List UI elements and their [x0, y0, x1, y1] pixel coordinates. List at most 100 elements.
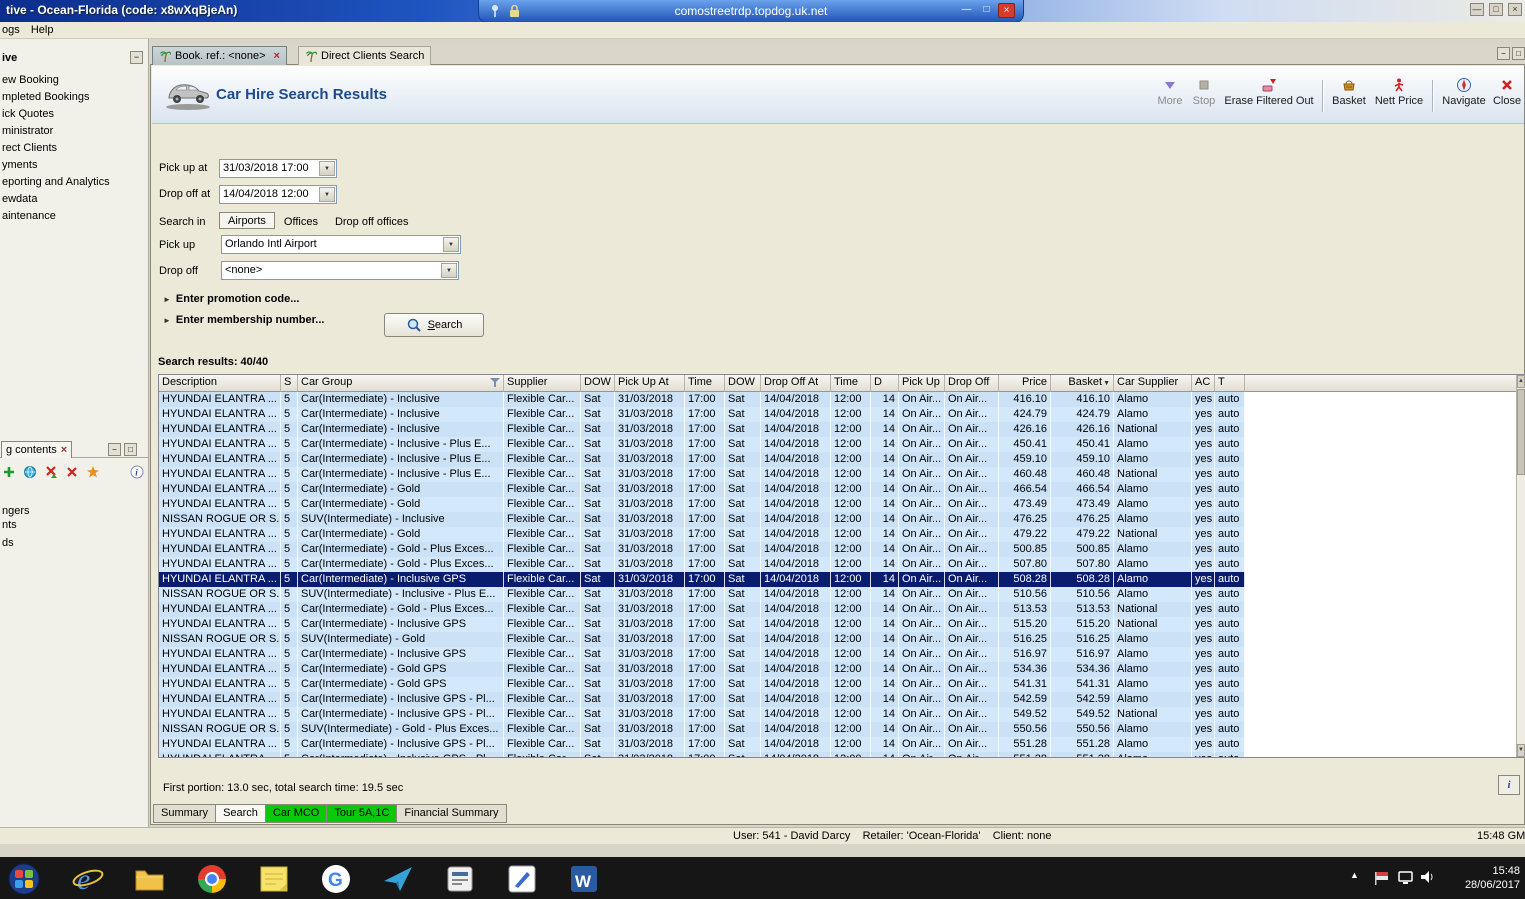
result-row[interactable]: HYUNDAI ELANTRA ...5Car(Intermediate) - …	[159, 497, 1245, 512]
mdi-minimize-icon[interactable]: −	[1497, 47, 1510, 60]
stop-button[interactable]: Stop	[1188, 77, 1220, 107]
tab-contents[interactable]: g contents×	[1, 441, 72, 458]
sidebar-item[interactable]: eporting and Analytics	[0, 174, 148, 191]
start-button[interactable]	[2, 861, 46, 897]
result-row[interactable]: HYUNDAI ELANTRA ...5Car(Intermediate) - …	[159, 482, 1245, 497]
menu-item-help[interactable]: Help	[29, 22, 60, 36]
result-row[interactable]: HYUNDAI ELANTRA ...5Car(Intermediate) - …	[159, 422, 1245, 437]
result-row[interactable]: NISSAN ROGUE OR S...5SUV(Intermediate) -…	[159, 587, 1245, 602]
column-header[interactable]: AC	[1192, 375, 1215, 392]
column-header[interactable]: Description	[159, 375, 281, 392]
tab-airports[interactable]: Airports	[219, 212, 275, 229]
column-header[interactable]: Time	[685, 375, 725, 392]
result-row[interactable]: HYUNDAI ELANTRA ...5Car(Intermediate) - …	[159, 662, 1245, 677]
scroll-thumb[interactable]	[1517, 389, 1525, 475]
tray-flag-icon[interactable]	[1374, 870, 1390, 889]
column-header[interactable]: Drop Off	[945, 375, 999, 392]
column-header[interactable]: Car Supplier	[1114, 375, 1192, 392]
tab-drop-off-offices[interactable]: Drop off offices	[327, 214, 417, 229]
rdp-minimize-icon[interactable]: —	[958, 3, 975, 18]
result-row[interactable]: HYUNDAI ELANTRA ...5Car(Intermediate) - …	[159, 437, 1245, 452]
column-header[interactable]: S	[281, 375, 298, 392]
result-row[interactable]: HYUNDAI ELANTRA ...5Car(Intermediate) - …	[159, 602, 1245, 617]
result-row[interactable]: HYUNDAI ELANTRA ...5Car(Intermediate) - …	[159, 467, 1245, 482]
result-row[interactable]: HYUNDAI ELANTRA ...5Car(Intermediate) - …	[159, 692, 1245, 707]
result-row[interactable]: HYUNDAI ELANTRA ...5Car(Intermediate) - …	[159, 557, 1245, 572]
column-header[interactable]: DOW	[725, 375, 761, 392]
globe-icon[interactable]	[23, 465, 37, 479]
restore-icon[interactable]: □	[1489, 3, 1503, 16]
google-icon[interactable]: G	[314, 861, 358, 897]
promotion-code-expander[interactable]: ►Enter promotion code...	[163, 293, 299, 305]
column-header[interactable]: D	[871, 375, 899, 392]
sidebar-item[interactable]: ministrator	[0, 123, 148, 140]
pick-up-combo[interactable]: Orlando Intl Airport ▼	[221, 235, 461, 254]
more-button[interactable]: More	[1152, 77, 1188, 107]
result-row[interactable]: HYUNDAI ELANTRA ...5Car(Intermediate) - …	[159, 707, 1245, 722]
result-row[interactable]: HYUNDAI ELANTRA ...5Car(Intermediate) - …	[159, 647, 1245, 662]
scroll-down-icon[interactable]: ▼	[1517, 744, 1525, 757]
tab-summary[interactable]: Summary	[153, 804, 216, 823]
dropdown-arrow-icon[interactable]: ▼	[441, 263, 457, 278]
column-header[interactable]: Car Group	[298, 375, 504, 392]
column-header[interactable]: Pick Up At	[615, 375, 685, 392]
tab-booking[interactable]: Book. ref.: <none> ×	[152, 46, 287, 65]
tab-direct-clients-search[interactable]: Direct Clients Search	[298, 46, 431, 65]
taskbar-clock[interactable]: 15:48 28/06/2017	[1440, 864, 1520, 892]
close-panel-button[interactable]: Close	[1490, 77, 1524, 107]
result-row[interactable]: NISSAN ROGUE OR S...5SUV(Intermediate) -…	[159, 512, 1245, 527]
sticky-notes-icon[interactable]	[252, 861, 296, 897]
result-row[interactable]: HYUNDAI ELANTRA ...5Car(Intermediate) - …	[159, 542, 1245, 557]
sidebar-item[interactable]: aintenance	[0, 208, 148, 225]
rdp-close-icon[interactable]: ×	[998, 3, 1015, 18]
column-header[interactable]: Drop Off At	[761, 375, 831, 392]
column-header[interactable]: DOW	[581, 375, 615, 392]
tray-volume-icon[interactable]	[1420, 870, 1436, 889]
panel-minimize-icon[interactable]: −	[108, 443, 121, 456]
sidebar-item[interactable]: rect Clients	[0, 140, 148, 157]
menu-item-ogs[interactable]: ogs	[0, 22, 26, 36]
result-row[interactable]: HYUNDAI ELANTRA ...5Car(Intermediate) - …	[159, 452, 1245, 467]
minimize-icon[interactable]: —	[1470, 3, 1484, 16]
sidebar-item[interactable]: ew Booking	[0, 72, 148, 89]
column-header[interactable]: Basket▼	[1051, 375, 1114, 392]
close-tab-icon[interactable]: ×	[274, 50, 280, 62]
result-row[interactable]: HYUNDAI ELANTRA ...5Car(Intermediate) - …	[159, 407, 1245, 422]
star-icon[interactable]	[86, 465, 100, 479]
drop-off-combo[interactable]: <none> ▼	[221, 261, 459, 280]
nett-price-button[interactable]: Nett Price	[1370, 77, 1428, 107]
collapse-sidebar-icon[interactable]: −	[130, 51, 143, 64]
file-explorer-icon[interactable]	[128, 861, 172, 897]
result-row[interactable]: NISSAN ROGUE OR S...5SUV(Intermediate) -…	[159, 632, 1245, 647]
word-icon[interactable]: W	[562, 861, 606, 897]
scroll-up-icon[interactable]: ▲	[1517, 375, 1525, 388]
result-row[interactable]: HYUNDAI ELANTRA ...5Car(Intermediate) - …	[159, 752, 1245, 757]
result-row[interactable]: NISSAN ROGUE OR S...5SUV(Intermediate) -…	[159, 722, 1245, 737]
result-row[interactable]: HYUNDAI ELANTRA ...5Car(Intermediate) - …	[159, 392, 1245, 407]
filter-icon[interactable]	[490, 378, 501, 388]
dropdown-arrow-icon[interactable]: ▼	[319, 187, 335, 202]
membership-number-expander[interactable]: ►Enter membership number...	[163, 314, 324, 326]
search-button[interactable]: Search	[384, 313, 484, 337]
basket-button[interactable]: Basket	[1328, 77, 1370, 107]
tray-network-icon[interactable]	[1398, 870, 1414, 889]
sidebar-item[interactable]: ewdata	[0, 191, 148, 208]
column-header[interactable]: T	[1215, 375, 1245, 392]
info-button[interactable]: i	[1498, 775, 1520, 795]
tray-chevron-icon[interactable]: ▲	[1350, 870, 1359, 880]
delete-icon[interactable]	[65, 465, 79, 479]
tab-offices[interactable]: Offices	[276, 214, 326, 229]
result-row[interactable]: HYUNDAI ELANTRA ...5Car(Intermediate) - …	[159, 617, 1245, 632]
column-header[interactable]: Pick Up	[899, 375, 945, 392]
result-row[interactable]: HYUNDAI ELANTRA ...5Car(Intermediate) - …	[159, 572, 1245, 587]
sidebar-item[interactable]: mpleted Bookings	[0, 89, 148, 106]
internet-explorer-icon[interactable]: e	[66, 861, 110, 897]
result-row[interactable]: HYUNDAI ELANTRA ...5Car(Intermediate) - …	[159, 527, 1245, 542]
tab-financial-summary[interactable]: Financial Summary	[397, 804, 506, 823]
tab-search[interactable]: Search	[216, 804, 266, 823]
sidebar-item[interactable]: ick Quotes	[0, 106, 148, 123]
panel-float-icon[interactable]: □	[124, 443, 137, 456]
tab-car-mco[interactable]: Car MCO	[266, 804, 327, 823]
info-icon[interactable]: i	[130, 465, 144, 479]
register-app-icon[interactable]	[438, 861, 482, 897]
